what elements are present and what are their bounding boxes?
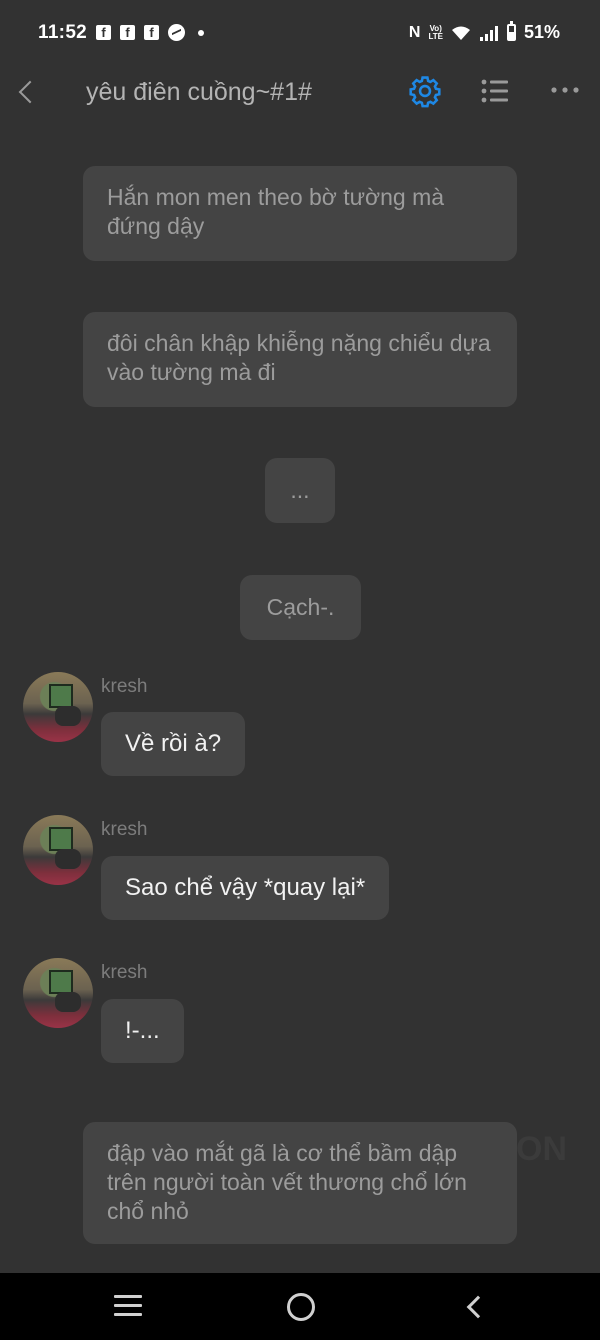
narration-bubble[interactable]: Hắn mon men theo bờ tường mà đứng dậy	[83, 166, 517, 261]
volte-icon: Vo) LTE	[428, 23, 443, 41]
back-button[interactable]	[12, 74, 42, 110]
sender-name: kresh	[101, 676, 148, 697]
battery-percent: 51%	[523, 22, 560, 42]
character-bubble[interactable]: !-...	[101, 999, 184, 1063]
sender-name: kresh	[101, 962, 148, 983]
chat-title: yêu điên cuồng~#1#	[86, 78, 312, 106]
narration-bubble[interactable]: ...	[265, 458, 335, 523]
sender-name: kresh	[101, 819, 148, 840]
gear-icon	[409, 76, 441, 108]
more-options-button[interactable]	[548, 78, 582, 102]
narration-bubble[interactable]: đập vào mắt gã là cơ thể bầm dập trên ng…	[83, 1122, 517, 1244]
list-button[interactable]	[478, 76, 512, 106]
back-icon[interactable]	[462, 1293, 486, 1319]
avatar[interactable]	[23, 672, 93, 742]
avatar[interactable]	[23, 958, 93, 1028]
messenger-icon	[168, 24, 185, 41]
facebook-icon: f	[144, 25, 159, 40]
avatar[interactable]	[23, 815, 93, 885]
settings-button[interactable]	[408, 74, 442, 108]
narration-bubble[interactable]: Cạch-.	[240, 575, 361, 640]
signal-icon	[479, 25, 498, 41]
recents-icon[interactable]	[114, 1295, 142, 1317]
facebook-icon: f	[120, 25, 135, 40]
watermark: ON	[516, 1130, 567, 1168]
home-icon[interactable]	[287, 1293, 315, 1321]
facebook-icon: f	[96, 25, 111, 40]
status-time: 11:52	[38, 22, 88, 43]
character-bubble[interactable]: Về rồi à?	[101, 712, 246, 776]
character-bubble[interactable]: Sao chể vậy *quay lại*	[101, 856, 390, 920]
notification-icons: f f f	[96, 24, 204, 41]
more-icon	[551, 87, 579, 93]
chat-header: yêu điên cuồng~#1#	[0, 66, 600, 120]
list-icon	[481, 79, 508, 103]
wifi-icon	[451, 26, 470, 40]
battery-icon	[506, 21, 516, 41]
narration-bubble[interactable]: đôi chân khập khiễng nặng chiểu dựa vào …	[83, 312, 517, 407]
nfc-icon: N	[408, 23, 421, 41]
status-bar: 11:52 f f f N Vo) LTE 51%	[0, 0, 600, 66]
system-nav-bar	[0, 1273, 600, 1340]
dot-icon	[198, 29, 204, 36]
system-icons: N Vo) LTE 51%	[408, 21, 560, 43]
